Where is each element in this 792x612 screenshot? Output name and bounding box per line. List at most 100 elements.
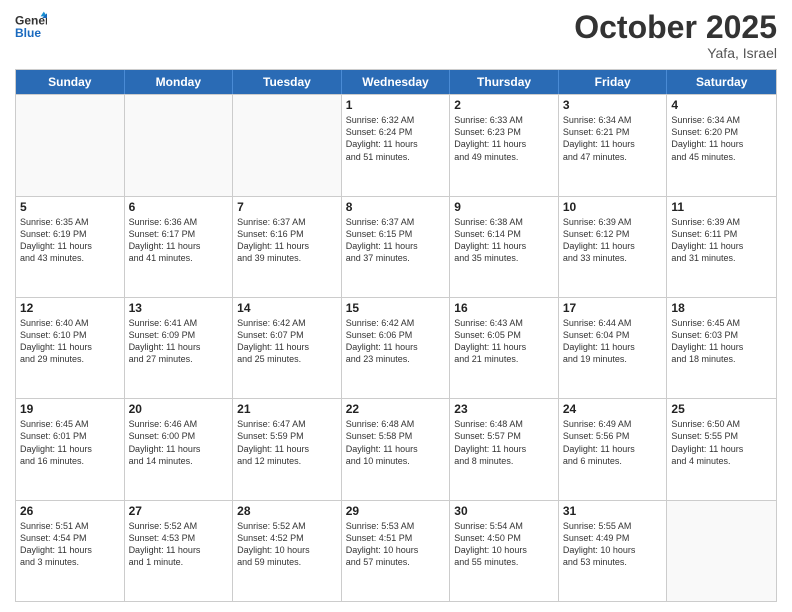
day-number: 6 xyxy=(129,200,229,214)
day-number: 26 xyxy=(20,504,120,518)
day-number: 7 xyxy=(237,200,337,214)
day-cell-11: 11 Sunrise: 6:39 AM Sunset: 6:11 PM Dayli… xyxy=(667,197,776,297)
calendar-row-0: 1 Sunrise: 6:32 AM Sunset: 6:24 PM Daylig… xyxy=(16,94,776,195)
day-info: Sunrise: 6:42 AM Sunset: 6:06 PM Dayligh… xyxy=(346,317,446,366)
day-info: Sunrise: 6:32 AM Sunset: 6:24 PM Dayligh… xyxy=(346,114,446,163)
day-cell-empty xyxy=(16,95,125,195)
header-day-friday: Friday xyxy=(559,70,668,94)
day-info: Sunrise: 6:37 AM Sunset: 6:15 PM Dayligh… xyxy=(346,216,446,265)
day-info: Sunrise: 5:52 AM Sunset: 4:52 PM Dayligh… xyxy=(237,520,337,569)
day-cell-14: 14 Sunrise: 6:42 AM Sunset: 6:07 PM Dayli… xyxy=(233,298,342,398)
day-info: Sunrise: 6:40 AM Sunset: 6:10 PM Dayligh… xyxy=(20,317,120,366)
day-cell-28: 28 Sunrise: 5:52 AM Sunset: 4:52 PM Dayli… xyxy=(233,501,342,601)
day-number: 19 xyxy=(20,402,120,416)
location: Yafa, Israel xyxy=(574,45,777,61)
day-info: Sunrise: 6:39 AM Sunset: 6:11 PM Dayligh… xyxy=(671,216,772,265)
day-number: 1 xyxy=(346,98,446,112)
header-day-thursday: Thursday xyxy=(450,70,559,94)
day-info: Sunrise: 5:52 AM Sunset: 4:53 PM Dayligh… xyxy=(129,520,229,569)
day-number: 5 xyxy=(20,200,120,214)
day-info: Sunrise: 6:45 AM Sunset: 6:03 PM Dayligh… xyxy=(671,317,772,366)
day-cell-12: 12 Sunrise: 6:40 AM Sunset: 6:10 PM Dayli… xyxy=(16,298,125,398)
day-number: 25 xyxy=(671,402,772,416)
day-cell-21: 21Sunrise: 6:47 AM Sunset: 5:59 PM Dayli… xyxy=(233,399,342,499)
day-cell-24: 24Sunrise: 6:49 AM Sunset: 5:56 PM Dayli… xyxy=(559,399,668,499)
header-day-sunday: Sunday xyxy=(16,70,125,94)
day-number: 22 xyxy=(346,402,446,416)
day-cell-15: 15 Sunrise: 6:42 AM Sunset: 6:06 PM Dayli… xyxy=(342,298,451,398)
day-info: Sunrise: 6:48 AM Sunset: 5:58 PM Dayligh… xyxy=(346,418,446,467)
calendar-row-4: 26 Sunrise: 5:51 AM Sunset: 4:54 PM Dayli… xyxy=(16,500,776,601)
day-cell-25: 25 Sunrise: 6:50 AM Sunset: 5:55 PM Dayli… xyxy=(667,399,776,499)
day-number: 13 xyxy=(129,301,229,315)
day-cell-empty xyxy=(125,95,234,195)
day-info: Sunrise: 6:45 AM Sunset: 6:01 PM Dayligh… xyxy=(20,418,120,467)
logo: General Blue xyxy=(15,10,47,42)
day-info: Sunrise: 6:34 AM Sunset: 6:20 PM Dayligh… xyxy=(671,114,772,163)
day-info: Sunrise: 5:54 AM Sunset: 4:50 PM Dayligh… xyxy=(454,520,554,569)
calendar-row-3: 19 Sunrise: 6:45 AM Sunset: 6:01 PM Dayli… xyxy=(16,398,776,499)
day-cell-31: 31Sunrise: 5:55 AM Sunset: 4:49 PM Dayli… xyxy=(559,501,668,601)
day-cell-19: 19 Sunrise: 6:45 AM Sunset: 6:01 PM Dayli… xyxy=(16,399,125,499)
day-number: 28 xyxy=(237,504,337,518)
day-number: 10 xyxy=(563,200,663,214)
day-number: 18 xyxy=(671,301,772,315)
day-cell-18: 18 Sunrise: 6:45 AM Sunset: 6:03 PM Dayli… xyxy=(667,298,776,398)
header-day-wednesday: Wednesday xyxy=(342,70,451,94)
day-cell-20: 20 Sunrise: 6:46 AM Sunset: 6:00 PM Dayli… xyxy=(125,399,234,499)
day-cell-3: 3 Sunrise: 6:34 AM Sunset: 6:21 PM Daylig… xyxy=(559,95,668,195)
day-cell-16: 16 Sunrise: 6:43 AM Sunset: 6:05 PM Dayli… xyxy=(450,298,559,398)
day-cell-2: 2 Sunrise: 6:33 AM Sunset: 6:23 PM Daylig… xyxy=(450,95,559,195)
month-title: October 2025 xyxy=(574,10,777,45)
day-number: 3 xyxy=(563,98,663,112)
day-number: 9 xyxy=(454,200,554,214)
day-cell-22: 22 Sunrise: 6:48 AM Sunset: 5:58 PM Dayli… xyxy=(342,399,451,499)
logo-icon: General Blue xyxy=(15,10,47,42)
day-info: Sunrise: 6:39 AM Sunset: 6:12 PM Dayligh… xyxy=(563,216,663,265)
day-cell-8: 8 Sunrise: 6:37 AM Sunset: 6:15 PM Daylig… xyxy=(342,197,451,297)
day-info: Sunrise: 6:41 AM Sunset: 6:09 PM Dayligh… xyxy=(129,317,229,366)
day-info: Sunrise: 5:55 AM Sunset: 4:49 PM Dayligh… xyxy=(563,520,663,569)
day-cell-9: 9 Sunrise: 6:38 AM Sunset: 6:14 PM Daylig… xyxy=(450,197,559,297)
header: General Blue October 2025 Yafa, Israel xyxy=(15,10,777,61)
day-number: 20 xyxy=(129,402,229,416)
day-cell-7: 7 Sunrise: 6:37 AM Sunset: 6:16 PM Daylig… xyxy=(233,197,342,297)
day-number: 17 xyxy=(563,301,663,315)
day-number: 12 xyxy=(20,301,120,315)
day-cell-5: 5Sunrise: 6:35 AM Sunset: 6:19 PM Daylig… xyxy=(16,197,125,297)
day-number: 14 xyxy=(237,301,337,315)
day-info: Sunrise: 6:38 AM Sunset: 6:14 PM Dayligh… xyxy=(454,216,554,265)
day-number: 11 xyxy=(671,200,772,214)
header-day-saturday: Saturday xyxy=(667,70,776,94)
day-info: Sunrise: 5:53 AM Sunset: 4:51 PM Dayligh… xyxy=(346,520,446,569)
day-number: 23 xyxy=(454,402,554,416)
day-info: Sunrise: 6:42 AM Sunset: 6:07 PM Dayligh… xyxy=(237,317,337,366)
day-cell-4: 4Sunrise: 6:34 AM Sunset: 6:20 PM Daylig… xyxy=(667,95,776,195)
day-number: 21 xyxy=(237,402,337,416)
day-number: 2 xyxy=(454,98,554,112)
day-info: Sunrise: 6:37 AM Sunset: 6:16 PM Dayligh… xyxy=(237,216,337,265)
day-info: Sunrise: 6:46 AM Sunset: 6:00 PM Dayligh… xyxy=(129,418,229,467)
calendar-body: 1 Sunrise: 6:32 AM Sunset: 6:24 PM Daylig… xyxy=(16,94,776,601)
title-block: October 2025 Yafa, Israel xyxy=(574,10,777,61)
day-info: Sunrise: 6:49 AM Sunset: 5:56 PM Dayligh… xyxy=(563,418,663,467)
day-info: Sunrise: 6:43 AM Sunset: 6:05 PM Dayligh… xyxy=(454,317,554,366)
day-info: Sunrise: 5:51 AM Sunset: 4:54 PM Dayligh… xyxy=(20,520,120,569)
day-info: Sunrise: 6:33 AM Sunset: 6:23 PM Dayligh… xyxy=(454,114,554,163)
day-cell-1: 1 Sunrise: 6:32 AM Sunset: 6:24 PM Daylig… xyxy=(342,95,451,195)
day-cell-10: 10 Sunrise: 6:39 AM Sunset: 6:12 PM Dayli… xyxy=(559,197,668,297)
day-cell-29: 29Sunrise: 5:53 AM Sunset: 4:51 PM Dayli… xyxy=(342,501,451,601)
day-number: 27 xyxy=(129,504,229,518)
day-cell-30: 30Sunrise: 5:54 AM Sunset: 4:50 PM Dayli… xyxy=(450,501,559,601)
day-cell-empty xyxy=(233,95,342,195)
header-day-tuesday: Tuesday xyxy=(233,70,342,94)
svg-text:Blue: Blue xyxy=(15,26,41,40)
day-number: 15 xyxy=(346,301,446,315)
day-cell-27: 27 Sunrise: 5:52 AM Sunset: 4:53 PM Dayli… xyxy=(125,501,234,601)
day-number: 16 xyxy=(454,301,554,315)
day-number: 8 xyxy=(346,200,446,214)
day-info: Sunrise: 6:50 AM Sunset: 5:55 PM Dayligh… xyxy=(671,418,772,467)
calendar-header: SundayMondayTuesdayWednesdayThursdayFrid… xyxy=(16,70,776,94)
day-info: Sunrise: 6:36 AM Sunset: 6:17 PM Dayligh… xyxy=(129,216,229,265)
day-info: Sunrise: 6:34 AM Sunset: 6:21 PM Dayligh… xyxy=(563,114,663,163)
